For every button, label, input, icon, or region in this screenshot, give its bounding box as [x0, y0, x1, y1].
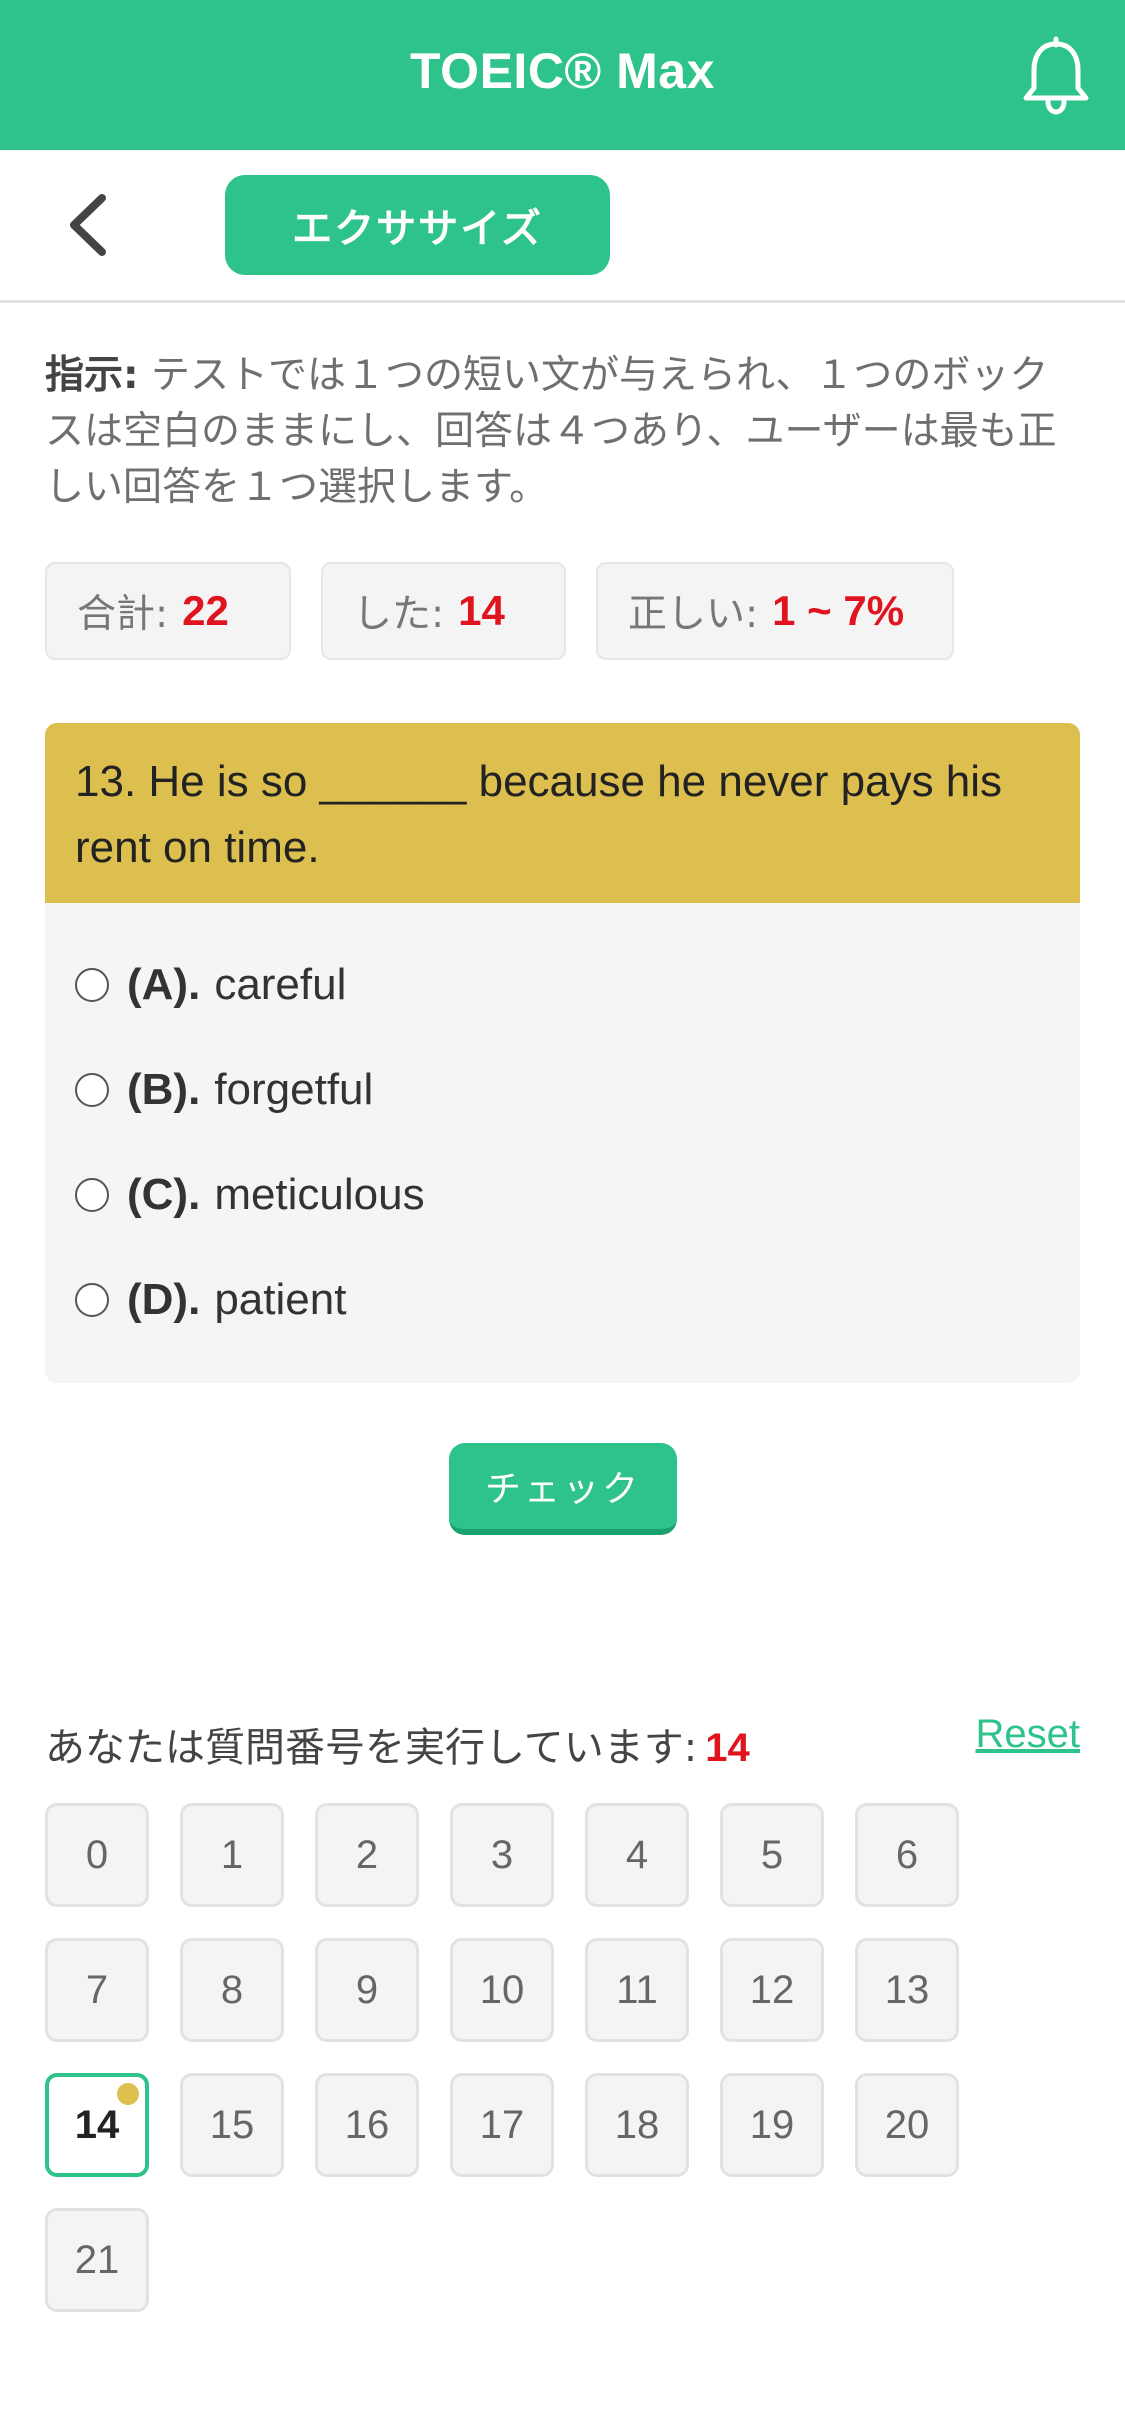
question-number-button[interactable]: 16: [315, 2073, 419, 2177]
option-c[interactable]: (C). meticulous: [75, 1165, 425, 1225]
option-key: (B).: [127, 1065, 201, 1114]
back-arrow-icon[interactable]: [60, 190, 120, 260]
option-b[interactable]: (B). forgetful: [75, 1060, 373, 1120]
option-text: forgetful: [214, 1065, 374, 1114]
option-text: careful: [214, 960, 347, 1009]
stat-total-value: 22: [182, 587, 229, 634]
option-text: patient: [214, 1275, 347, 1324]
question-number-button[interactable]: 10: [450, 1938, 554, 2042]
question-number-button[interactable]: 9: [315, 1938, 419, 2042]
option-a[interactable]: (A). careful: [75, 955, 346, 1015]
stat-total-label: 合計:: [77, 592, 169, 637]
question-number-button[interactable]: 8: [180, 1938, 284, 2042]
current-question-number: 14: [705, 1726, 750, 1770]
question-number-button[interactable]: 19: [720, 2073, 824, 2177]
question-number-button[interactable]: 18: [585, 2073, 689, 2177]
stat-done-label: した:: [353, 592, 445, 637]
question-number-button[interactable]: 3: [450, 1803, 554, 1907]
radio-icon[interactable]: [75, 1283, 109, 1317]
tab-exercise[interactable]: エクササイズ: [225, 175, 610, 275]
check-button[interactable]: チェック: [449, 1443, 677, 1535]
question-number-button[interactable]: 5: [720, 1803, 824, 1907]
radio-icon[interactable]: [75, 968, 109, 1002]
instructions-text: テストでは１つの短い文が与えられ、１つのボックスは空白のままにし、回答は４つあり…: [45, 353, 1057, 510]
progress-indicator: あなたは質問番号を実行しています: 14: [45, 1715, 750, 1773]
question-number-button[interactable]: 6: [855, 1803, 959, 1907]
question-number-button[interactable]: 2: [315, 1803, 419, 1907]
question-number-button[interactable]: 20: [855, 2073, 959, 2177]
option-key: (C).: [127, 1170, 201, 1219]
option-text: meticulous: [214, 1170, 425, 1219]
app-header: TOEIC® Max: [0, 0, 1125, 150]
question-text: 13. He is so ______ because he never pay…: [45, 723, 1080, 903]
question-number-button[interactable]: 0: [45, 1803, 149, 1907]
question-number-button[interactable]: 17: [450, 2073, 554, 2177]
question-number-button[interactable]: 7: [45, 1938, 149, 2042]
sub-navigation: エクササイズ: [0, 150, 1125, 303]
instructions: 指示: テストでは１つの短い文が与えられ、１つのボックスは空白のままにし、回答は…: [45, 348, 1075, 516]
current-marker-dot: [117, 2083, 139, 2105]
app-title: TOEIC® Max: [410, 43, 715, 99]
question-number-button[interactable]: 13: [855, 1938, 959, 2042]
option-key: (D).: [127, 1275, 201, 1324]
question-card: 13. He is so ______ because he never pay…: [45, 723, 1080, 1383]
stat-total: 合計: 22: [45, 562, 291, 660]
radio-icon[interactable]: [75, 1073, 109, 1107]
question-number-button[interactable]: 1: [180, 1803, 284, 1907]
stat-correct-label: 正しい:: [628, 592, 759, 637]
question-number-button[interactable]: 15: [180, 2073, 284, 2177]
question-number-button[interactable]: 11: [585, 1938, 689, 2042]
reset-link[interactable]: Reset: [976, 1712, 1081, 1757]
stat-correct: 正しい: 1 ~ 7%: [596, 562, 954, 660]
option-key: (A).: [127, 960, 201, 1009]
question-number-button[interactable]: 4: [585, 1803, 689, 1907]
question-number-label: 14: [74, 2102, 120, 2147]
question-number-button[interactable]: 12: [720, 1938, 824, 2042]
question-number-button-current[interactable]: 14: [45, 2073, 149, 2177]
instructions-label: 指示:: [45, 353, 139, 398]
progress-label: あなたは質問番号を実行しています:: [45, 1725, 698, 1771]
stat-done: した: 14: [321, 562, 566, 660]
stat-done-value: 14: [458, 587, 505, 634]
bell-icon[interactable]: [1021, 36, 1091, 116]
stat-correct-value: 1 ~ 7%: [772, 587, 905, 634]
radio-icon[interactable]: [75, 1178, 109, 1212]
option-d[interactable]: (D). patient: [75, 1270, 346, 1330]
question-number-button[interactable]: 21: [45, 2208, 149, 2312]
